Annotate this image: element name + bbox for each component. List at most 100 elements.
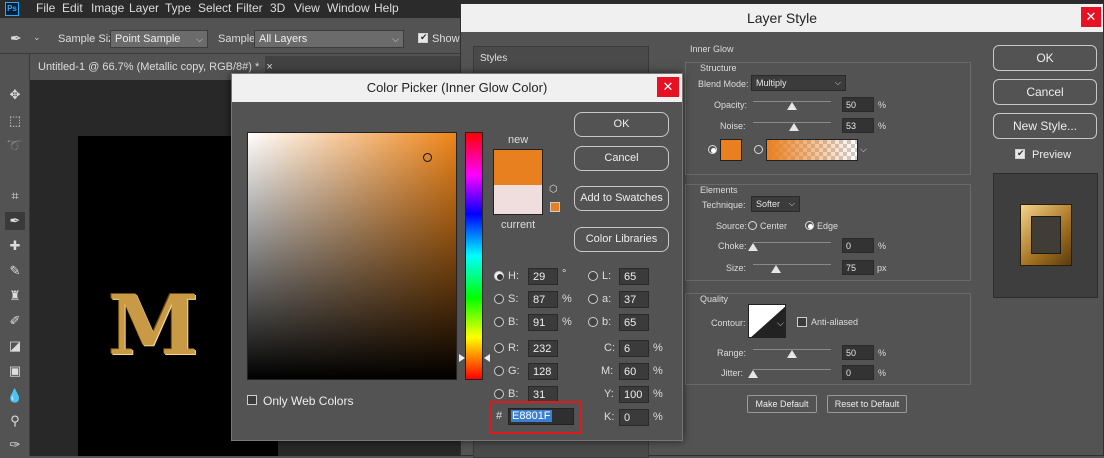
red-field[interactable]: 232 [528, 340, 558, 357]
opacity-field[interactable]: 50 [842, 97, 874, 112]
noise-slider-thumb[interactable] [789, 123, 800, 131]
menu-select[interactable]: Select [198, 1, 231, 15]
opacity-slider-thumb[interactable] [787, 102, 797, 110]
magenta-field[interactable]: 60 [619, 363, 649, 380]
choke-slider-thumb[interactable] [748, 243, 758, 251]
blue-radio[interactable] [494, 389, 504, 399]
black-field[interactable]: 0 [619, 409, 649, 426]
stamp-tool-icon[interactable]: ♜ [5, 287, 25, 305]
brightness-field[interactable]: 91 [528, 314, 558, 331]
color-picker-ok-button[interactable]: OK [574, 112, 669, 137]
green-field[interactable]: 128 [528, 363, 558, 380]
jitter-slider-thumb[interactable] [748, 370, 758, 378]
document-tab[interactable]: Untitled-1 @ 66.7% (Metallic copy, RGB/8… [30, 56, 273, 80]
blend-mode-select[interactable]: Multiply ⌵ [751, 75, 846, 91]
lab-b-field[interactable]: 65 [619, 314, 649, 331]
web-safe-color-swatch[interactable] [550, 202, 560, 212]
chevron-down-icon[interactable]: ⌵ [860, 144, 867, 155]
technique-select[interactable]: Softer ⌵ [751, 196, 800, 212]
menu-3d[interactable]: 3D [270, 1, 285, 15]
close-icon[interactable]: ✕ [1081, 7, 1101, 27]
blur-tool-icon[interactable]: 💧 [5, 387, 25, 405]
eyedropper-icon[interactable]: ✒ [10, 30, 22, 47]
close-icon[interactable]: × [266, 61, 272, 73]
sample-size-select[interactable]: Point Sample ⌵ [110, 30, 208, 48]
menu-layer[interactable]: Layer [129, 1, 159, 15]
brightness-radio[interactable] [494, 317, 504, 327]
menu-type[interactable]: Type [165, 1, 191, 15]
reset-to-default-button[interactable]: Reset to Default [827, 395, 907, 413]
menu-window[interactable]: Window [327, 1, 370, 15]
menu-file[interactable]: File [36, 1, 55, 15]
glow-color-radio[interactable] [708, 145, 717, 154]
anti-aliased-checkbox[interactable] [797, 317, 807, 327]
sample-select[interactable]: All Layers ⌵ [254, 30, 404, 48]
hue-slider-right-arrow-icon[interactable] [484, 354, 490, 362]
color-libraries-button[interactable]: Color Libraries [574, 227, 669, 252]
choke-slider-track[interactable] [753, 242, 831, 243]
lab-l-field[interactable]: 65 [619, 268, 649, 285]
marquee-tool-icon[interactable]: ⬚ [5, 112, 25, 130]
brush-tool-icon[interactable]: ✎ [5, 262, 25, 280]
source-center-radio[interactable] [748, 221, 757, 230]
new-style-button[interactable]: New Style... [993, 113, 1097, 139]
color-selection-marker[interactable] [423, 153, 432, 162]
menu-filter[interactable]: Filter [236, 1, 263, 15]
hue-radio[interactable] [494, 271, 504, 281]
chevron-down-icon[interactable]: ⌵ [777, 318, 784, 329]
layer-style-ok-button[interactable]: OK [993, 45, 1097, 71]
saturation-brightness-field[interactable] [247, 132, 457, 380]
hex-color-field[interactable]: E8801F [508, 408, 574, 425]
saturation-radio[interactable] [494, 294, 504, 304]
menu-image[interactable]: Image [91, 1, 124, 15]
web-safe-cube-icon[interactable]: ⬡ [549, 184, 558, 195]
add-to-swatches-button[interactable]: Add to Swatches [574, 186, 669, 211]
jitter-slider-track[interactable] [753, 369, 831, 370]
move-tool-icon[interactable]: ✥ [5, 86, 25, 104]
chevron-down-icon[interactable]: ⌄ [33, 32, 41, 43]
hue-slider[interactable] [465, 132, 483, 380]
red-radio[interactable] [494, 343, 504, 353]
hue-slider-left-arrow-icon[interactable] [459, 354, 465, 362]
size-slider-thumb[interactable] [771, 265, 782, 273]
dodge-tool-icon[interactable]: ⚲ [5, 412, 25, 430]
menu-edit[interactable]: Edit [62, 1, 83, 15]
color-picker-cancel-button[interactable]: Cancel [574, 146, 669, 171]
glow-color-swatch[interactable] [720, 139, 742, 161]
lab-l-radio[interactable] [588, 271, 598, 281]
eraser-tool-icon[interactable]: ◪ [5, 337, 25, 355]
choke-field[interactable]: 0 [842, 238, 874, 253]
source-edge-radio[interactable] [805, 221, 814, 230]
lab-a-radio[interactable] [588, 294, 598, 304]
glow-gradient-swatch[interactable] [766, 139, 858, 161]
noise-field[interactable]: 53 [842, 118, 874, 133]
history-brush-tool-icon[interactable]: ✐ [5, 312, 25, 330]
only-web-colors-checkbox[interactable] [247, 395, 257, 405]
crop-tool-icon[interactable]: ⌗ [5, 187, 25, 205]
make-default-button[interactable]: Make Default [747, 395, 817, 413]
size-slider-track[interactable] [753, 264, 831, 265]
gradient-tool-icon[interactable]: ▣ [5, 362, 25, 380]
size-field[interactable]: 75 [842, 260, 874, 275]
close-icon[interactable]: ✕ [657, 77, 679, 97]
green-radio[interactable] [494, 366, 504, 376]
saturation-field[interactable]: 87 [528, 291, 558, 308]
lab-a-field[interactable]: 37 [619, 291, 649, 308]
current-color-swatch[interactable] [493, 185, 543, 215]
styles-label[interactable]: Styles [480, 53, 507, 64]
show-sampling-ring-checkbox[interactable] [418, 32, 428, 43]
jitter-field[interactable]: 0 [842, 365, 874, 380]
healing-tool-icon[interactable]: ✚ [5, 237, 25, 255]
lasso-tool-icon[interactable]: ➰ [5, 137, 25, 155]
preview-checkbox[interactable] [1015, 148, 1025, 159]
hue-field[interactable]: 29 [528, 268, 558, 285]
glow-gradient-radio[interactable] [754, 145, 763, 154]
range-field[interactable]: 50 [842, 345, 874, 360]
eyedropper-tool-icon[interactable]: ✒ [5, 212, 25, 230]
lab-b-radio[interactable] [588, 317, 598, 327]
menu-help[interactable]: Help [374, 1, 399, 15]
menu-view[interactable]: View [294, 1, 320, 15]
range-slider-thumb[interactable] [787, 350, 797, 358]
yellow-field[interactable]: 100 [619, 386, 649, 403]
cyan-field[interactable]: 6 [619, 340, 649, 357]
